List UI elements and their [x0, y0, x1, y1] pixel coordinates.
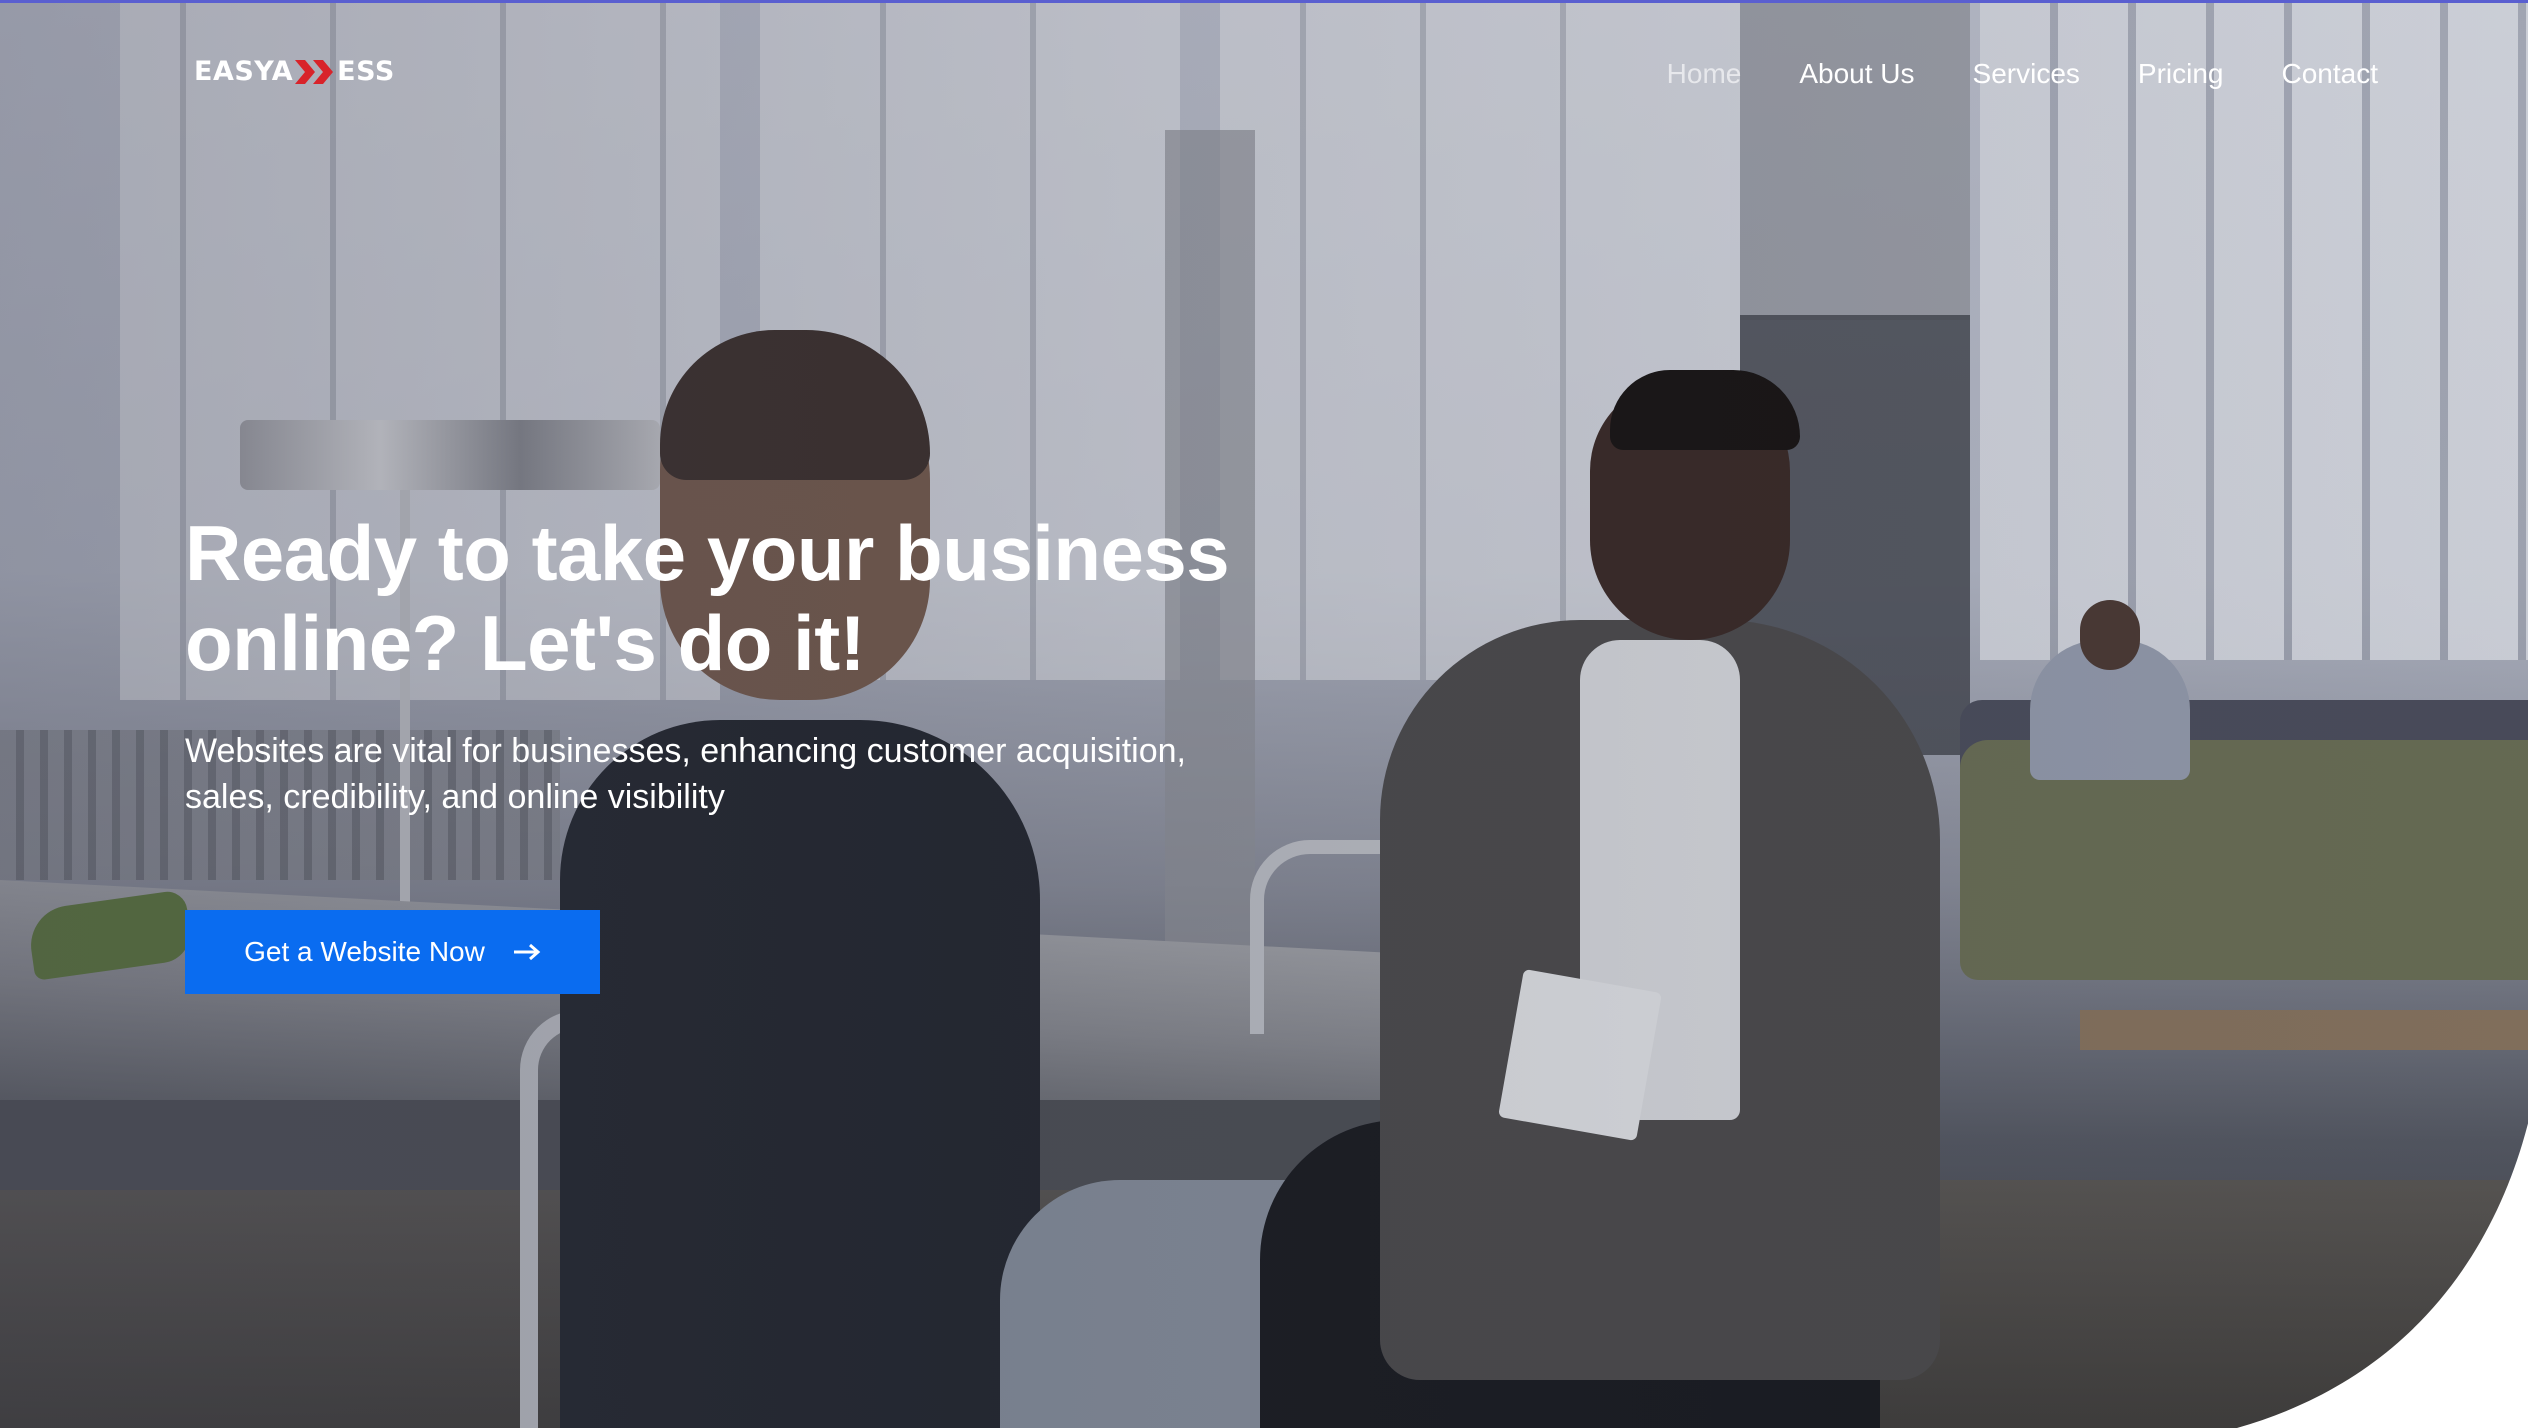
page: EASYA ESS Home About Us Services Pricing… — [0, 0, 2528, 1428]
hero-subtitle-line-1: Websites are vital for businesses, enhan… — [185, 732, 1186, 770]
hero-subtitle-line-2: sales, credibility, and online visibilit… — [185, 778, 725, 816]
hero-title-line-2: online? Let's do it! — [185, 599, 866, 687]
navbar: EASYA ESS Home About Us Services Pricing… — [0, 0, 2528, 150]
logo-text-right: ESS — [337, 56, 395, 87]
hero-title: Ready to take your business online? Let'… — [185, 508, 1335, 688]
nav-links: Home About Us Services Pricing Contact — [1609, 56, 2378, 92]
nav-link-contact[interactable]: Contact — [2282, 56, 2379, 92]
arrow-right-icon — [513, 943, 541, 961]
logo-text-left: EASYA — [194, 56, 294, 87]
get-website-button[interactable]: Get a Website Now — [185, 910, 600, 994]
hero-subtitle: Websites are vital for businesses, enhan… — [185, 728, 1305, 820]
hero-title-line-1: Ready to take your business — [185, 509, 1230, 597]
hero-section: Ready to take your business online? Let'… — [185, 508, 1335, 994]
logo-chevrons-icon — [295, 59, 335, 84]
brand-logo[interactable]: EASYA ESS — [194, 56, 395, 87]
nav-link-services[interactable]: Services — [1973, 56, 2080, 92]
nav-link-home[interactable]: Home — [1667, 56, 1742, 92]
nav-link-about-us[interactable]: About Us — [1799, 56, 1914, 92]
nav-link-pricing[interactable]: Pricing — [2138, 56, 2224, 92]
cta-label: Get a Website Now — [244, 936, 485, 967]
